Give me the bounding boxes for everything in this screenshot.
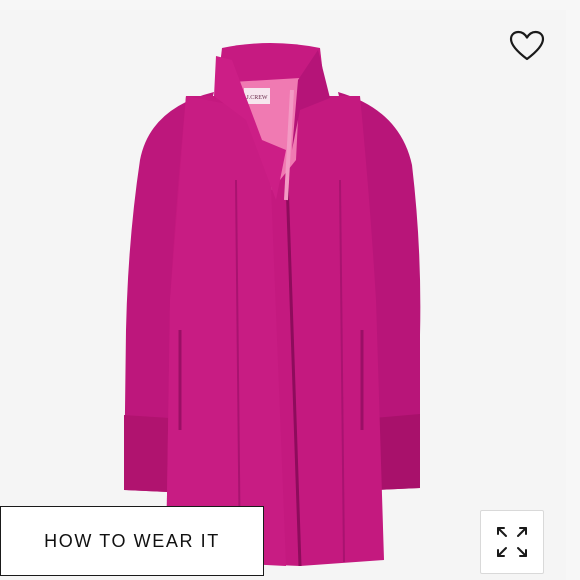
product-image-viewer: J.CREW HOW TO WEAR IT (0, 0, 580, 580)
favorite-button[interactable] (506, 26, 548, 66)
svg-text:J.CREW: J.CREW (246, 95, 268, 101)
how-to-wear-it-button[interactable]: HOW TO WEAR IT (0, 506, 264, 576)
expand-arrows-icon (497, 527, 527, 557)
heart-outline-icon (509, 30, 545, 61)
expand-image-button[interactable] (480, 510, 544, 574)
how-to-wear-it-label: HOW TO WEAR IT (44, 530, 220, 551)
product-coat-image[interactable]: J.CREW (0, 0, 580, 580)
